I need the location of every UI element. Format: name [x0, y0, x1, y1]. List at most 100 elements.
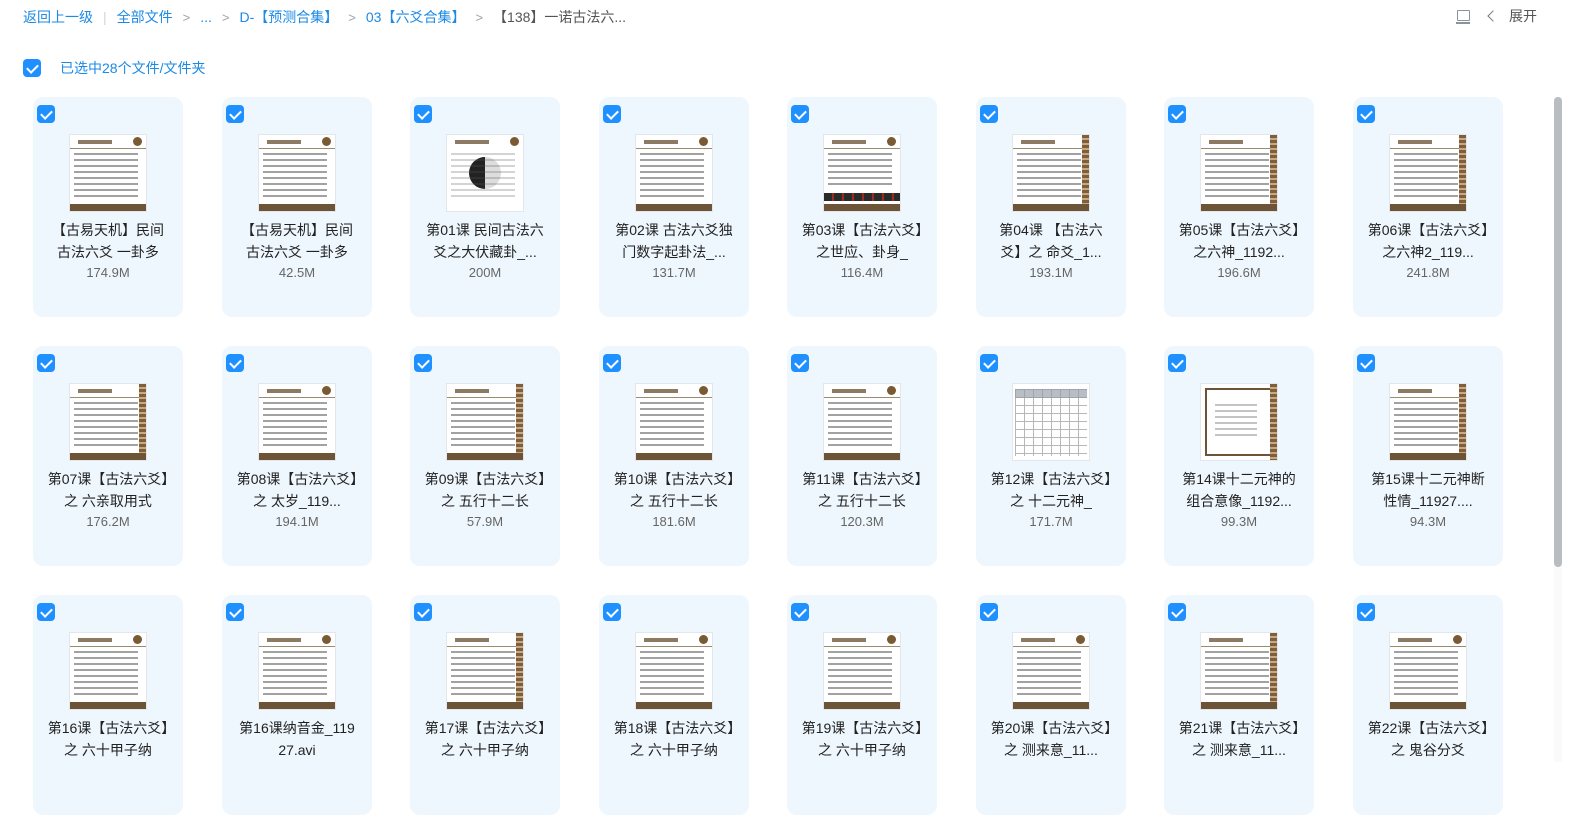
file-thumbnail	[1390, 633, 1466, 709]
file-card[interactable]: 第16课纳音金_11927.avi	[222, 595, 372, 815]
file-card[interactable]: 第20课【古法六爻】之 测来意_11...	[976, 595, 1126, 815]
file-thumbnail	[259, 135, 335, 211]
file-checkbox[interactable]	[980, 354, 998, 372]
file-card[interactable]: 第01课 民间古法六爻之大伏藏卦_... 200M	[410, 97, 560, 317]
file-checkbox[interactable]	[603, 603, 621, 621]
top-bar: 返回上一级 | 全部文件 > ... > D-【预测合集】 > 03【六爻合集】…	[0, 0, 1582, 34]
file-card[interactable]: 第11课【古法六爻】之 五行十二长 120.3M	[787, 346, 937, 566]
file-card[interactable]: 第02课 古法六爻独门数字起卦法_... 131.7M	[599, 97, 749, 317]
file-thumbnail	[259, 633, 335, 709]
file-name: 第10课【古法六爻】之 五行十二长	[613, 471, 735, 509]
file-checkbox[interactable]	[791, 105, 809, 123]
breadcrumb-current: 【138】一诺古法六...	[493, 9, 627, 25]
file-checkbox[interactable]	[791, 603, 809, 621]
breadcrumb-separator: >	[475, 9, 484, 25]
file-card[interactable]: 第15课十二元神断性情_11927.... 94.3M	[1353, 346, 1503, 566]
file-size: 94.3M	[1409, 514, 1447, 529]
file-checkbox[interactable]	[414, 603, 432, 621]
file-thumbnail	[1013, 633, 1089, 709]
file-card[interactable]: 第04课 【古法六爻】之 命爻_1... 193.1M	[976, 97, 1126, 317]
file-card[interactable]: 第09课【古法六爻】之 五行十二长 57.9M	[410, 346, 560, 566]
file-checkbox[interactable]	[37, 603, 55, 621]
file-card[interactable]: 第06课【古法六爻】之六神2_119... 241.8M	[1353, 97, 1503, 317]
file-checkbox[interactable]	[37, 354, 55, 372]
file-name: 第20课【古法六爻】之 测来意_11...	[990, 720, 1112, 758]
file-checkbox[interactable]	[603, 354, 621, 372]
breadcrumb-ellipsis[interactable]: ...	[200, 9, 212, 25]
file-card[interactable]: 第16课【古法六爻】之 六十甲子纳	[33, 595, 183, 815]
file-card[interactable]: 第07课【古法六爻】之 六亲取用式 176.2M	[33, 346, 183, 566]
file-card[interactable]: 第22课【古法六爻】之 鬼谷分爻	[1353, 595, 1503, 815]
file-checkbox[interactable]	[1168, 354, 1186, 372]
breadcrumb-separator: >	[221, 9, 230, 25]
file-size: 194.1M	[275, 514, 319, 529]
file-card[interactable]: 【古易天机】民间古法六爻 一卦多 174.9M	[33, 97, 183, 317]
top-right-actions: 展开	[1455, 6, 1537, 26]
file-size: 57.9M	[466, 514, 504, 529]
file-checkbox[interactable]	[980, 603, 998, 621]
breadcrumb-folder-predict[interactable]: D-【预测合集】	[240, 7, 339, 27]
back-link[interactable]: 返回上一级	[23, 7, 93, 27]
scrollbar[interactable]	[1554, 97, 1562, 762]
file-name: 第07课【古法六爻】之 六亲取用式	[47, 471, 169, 509]
file-name: 第14课十二元神的组合意像_1192...	[1182, 471, 1296, 509]
file-checkbox[interactable]	[1357, 603, 1375, 621]
file-size: 200M	[468, 265, 502, 280]
file-name: 第17课【古法六爻】之 六十甲子纳	[424, 720, 546, 758]
file-card[interactable]: 第14课十二元神的组合意像_1192... 99.3M	[1164, 346, 1314, 566]
file-checkbox[interactable]	[226, 105, 244, 123]
file-card[interactable]: 【古易天机】民间古法六爻 一卦多 42.5M	[222, 97, 372, 317]
breadcrumb-divider: |	[103, 9, 107, 25]
file-checkbox[interactable]	[226, 603, 244, 621]
file-checkbox[interactable]	[603, 105, 621, 123]
file-checkbox[interactable]	[414, 354, 432, 372]
file-checkbox[interactable]	[1168, 603, 1186, 621]
file-name: 【古易天机】民间古法六爻 一卦多	[241, 222, 353, 260]
file-thumbnail	[824, 384, 900, 460]
file-size: 120.3M	[840, 514, 884, 529]
file-name: 第03课【古法六爻】之世应、卦身_	[801, 222, 923, 260]
file-checkbox[interactable]	[1168, 105, 1186, 123]
file-thumbnail	[447, 384, 523, 460]
monitor-icon[interactable]	[1455, 8, 1471, 24]
file-card[interactable]: 第05课【古法六爻】之六神_1192... 196.6M	[1164, 97, 1314, 317]
file-name: 第12课【古法六爻】之 十二元神_	[990, 471, 1112, 509]
breadcrumb-folder-liuyao[interactable]: 03【六爻合集】	[366, 7, 466, 27]
file-card[interactable]: 第10课【古法六爻】之 五行十二长 181.6M	[599, 346, 749, 566]
file-checkbox[interactable]	[37, 105, 55, 123]
select-all-checkbox[interactable]	[23, 59, 41, 77]
file-checkbox[interactable]	[1357, 354, 1375, 372]
file-name: 第02课 古法六爻独门数字起卦法_...	[615, 222, 733, 260]
breadcrumb-separator: >	[182, 9, 191, 25]
file-checkbox[interactable]	[1357, 105, 1375, 123]
file-card[interactable]: 第08课【古法六爻】之 太岁_119... 194.1M	[222, 346, 372, 566]
file-card[interactable]: 第17课【古法六爻】之 六十甲子纳	[410, 595, 560, 815]
file-thumbnail	[636, 135, 712, 211]
breadcrumb: 返回上一级 | 全部文件 > ... > D-【预测合集】 > 03【六爻合集】…	[23, 7, 626, 27]
file-name: 第01课 民间古法六爻之大伏藏卦_...	[426, 222, 544, 260]
file-thumbnail	[1201, 384, 1277, 460]
all-files-link[interactable]: 全部文件	[117, 7, 173, 27]
file-checkbox[interactable]	[414, 105, 432, 123]
file-name: 第19课【古法六爻】之 六十甲子纳	[801, 720, 923, 758]
file-checkbox[interactable]	[226, 354, 244, 372]
file-checkbox[interactable]	[980, 105, 998, 123]
file-card[interactable]: 第03课【古法六爻】之世应、卦身_ 116.4M	[787, 97, 937, 317]
selection-count: 已选中28个文件/文件夹	[60, 60, 206, 76]
file-name: 第06课【古法六爻】之六神2_119...	[1367, 222, 1489, 260]
file-thumbnail	[447, 135, 523, 211]
file-card[interactable]: 第18课【古法六爻】之 六十甲子纳	[599, 595, 749, 815]
file-name: 第09课【古法六爻】之 五行十二长	[424, 471, 546, 509]
file-size: 174.9M	[86, 265, 130, 280]
file-card[interactable]: 第12课【古法六爻】之 十二元神_ 171.7M	[976, 346, 1126, 566]
file-card[interactable]: 第21课【古法六爻】之 测来意_11...	[1164, 595, 1314, 815]
file-name: 第16课【古法六爻】之 六十甲子纳	[47, 720, 169, 758]
file-name: 第22课【古法六爻】之 鬼谷分爻	[1367, 720, 1489, 758]
expand-button[interactable]: 展开	[1487, 6, 1537, 26]
file-card[interactable]: 第19课【古法六爻】之 六十甲子纳	[787, 595, 937, 815]
scrollbar-thumb[interactable]	[1554, 97, 1562, 567]
file-checkbox[interactable]	[791, 354, 809, 372]
file-size: 181.6M	[652, 514, 696, 529]
file-size: 171.7M	[1029, 514, 1073, 529]
file-thumbnail	[70, 633, 146, 709]
